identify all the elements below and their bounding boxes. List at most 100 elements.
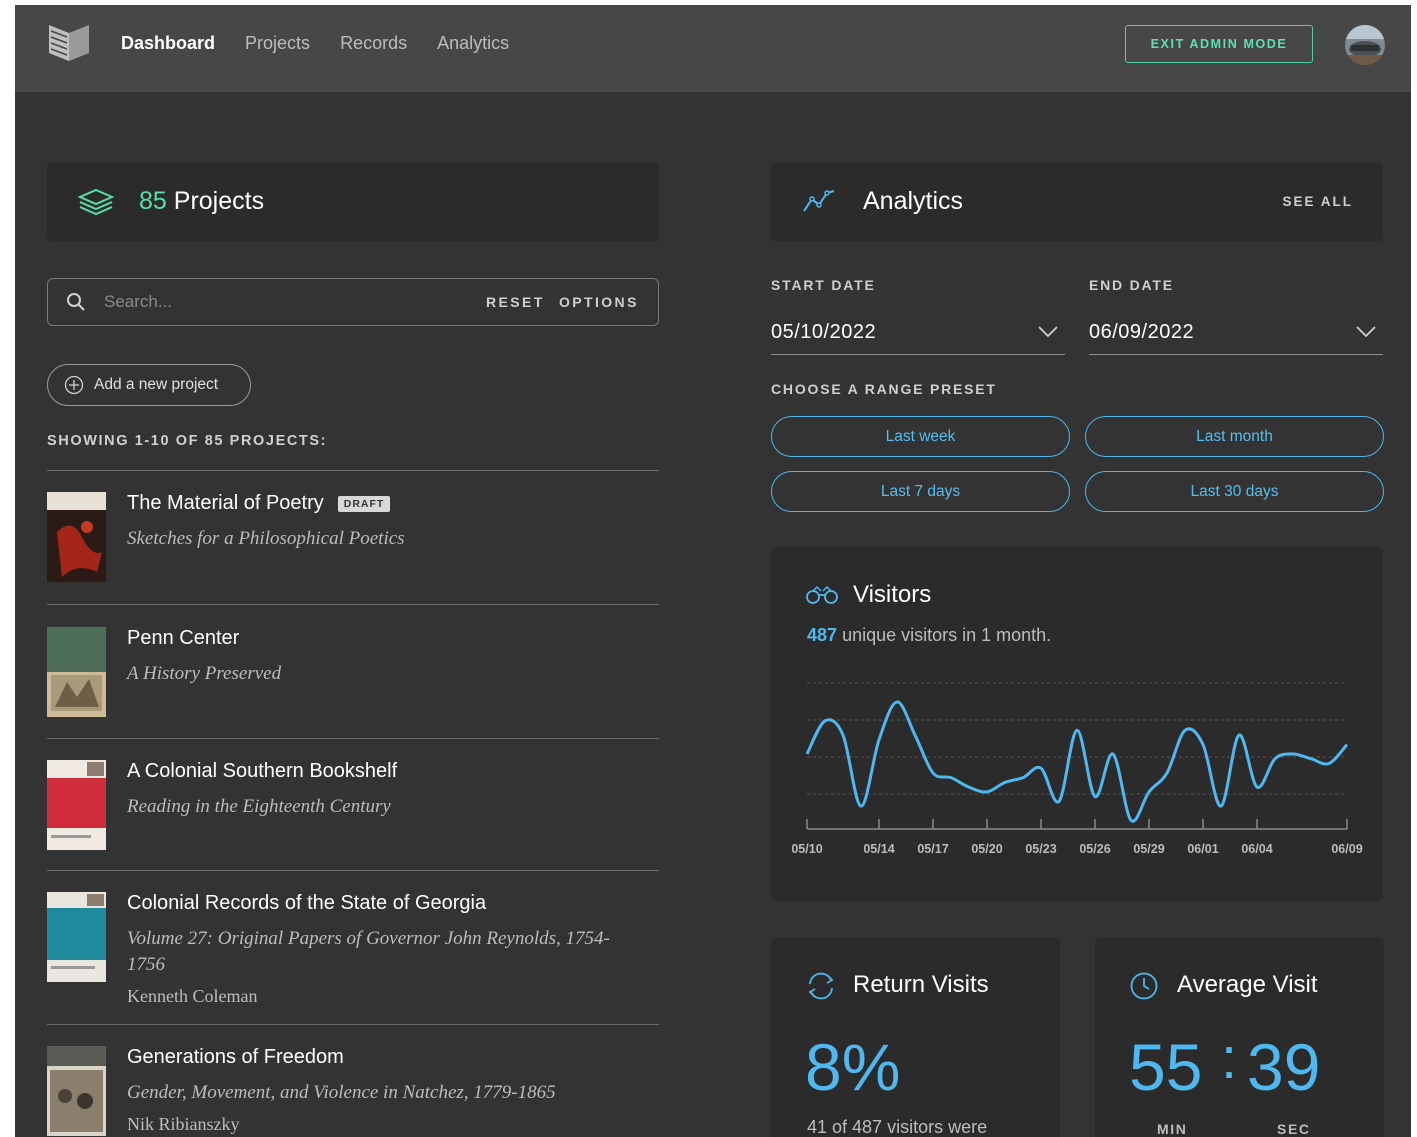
book-cover-image — [47, 760, 106, 850]
average-visit-minutes: 55 — [1129, 1030, 1203, 1104]
project-item[interactable]: Generations of Freedom Gender, Movement,… — [47, 1046, 659, 1137]
trend-line-icon — [803, 190, 835, 212]
average-visit-seconds: 39 — [1247, 1030, 1321, 1104]
add-project-label: Add a new project — [94, 376, 219, 393]
project-title-text: A Colonial Southern Bookshelf — [127, 760, 398, 782]
project-title-text: The Material of Poetry — [127, 492, 324, 514]
app-logo-icon[interactable] — [47, 23, 91, 63]
project-title: Generations of Freedom — [127, 1046, 344, 1069]
projects-title: 85 Projects — [139, 187, 264, 216]
layers-icon — [77, 188, 115, 216]
chevron-down-icon — [1038, 326, 1058, 338]
x-axis-tick-label: 05/29 — [1133, 842, 1164, 856]
project-subtitle: Gender, Movement, and Violence in Natche… — [127, 1082, 556, 1103]
project-title: The Material of Poetry DRAFT — [127, 492, 391, 515]
nav-dashboard[interactable]: Dashboard — [121, 33, 215, 54]
top-bar: Dashboard Projects Records Analytics EXI… — [15, 5, 1411, 92]
projects-count: 85 — [139, 187, 167, 215]
project-subtitle: A History Preserved — [127, 663, 282, 684]
projects-title-label: Projects — [173, 187, 265, 215]
project-title: Colonial Records of the State of Georgia — [127, 892, 486, 915]
project-title-text: Generations of Freedom — [127, 1046, 344, 1068]
clock-icon — [1130, 972, 1158, 1000]
user-avatar[interactable] — [1345, 25, 1385, 65]
return-visits-card: Return Visits 8% 41 of 487 visitors were — [771, 937, 1060, 1137]
nav-records[interactable]: Records — [340, 33, 407, 54]
start-date-picker[interactable]: 05/10/2022 — [771, 311, 1065, 355]
projects-header: 85 Projects — [47, 163, 659, 241]
book-cover-image — [47, 627, 106, 717]
refresh-icon — [808, 972, 834, 1000]
return-visits-title: Return Visits — [853, 971, 989, 998]
chevron-down-icon — [1356, 326, 1376, 338]
search-input[interactable] — [104, 289, 464, 315]
x-axis-tick-label: 05/20 — [971, 842, 1002, 856]
preset-last-30-days-button[interactable]: Last 30 days — [1085, 471, 1384, 512]
options-button[interactable]: OPTIONS — [559, 294, 639, 310]
project-subtitle: Sketches for a Philosophical Poetics — [127, 528, 405, 549]
app-root: Dashboard Projects Records Analytics EXI… — [15, 5, 1411, 1137]
analytics-title: Analytics — [863, 187, 964, 215]
add-project-button[interactable]: Add a new project — [47, 364, 251, 406]
x-axis-tick-label: 05/26 — [1079, 842, 1110, 856]
divider — [47, 604, 659, 605]
see-all-link[interactable]: SEE ALL — [1282, 194, 1353, 209]
book-cover-image — [47, 492, 106, 582]
nav-projects[interactable]: Projects — [245, 33, 310, 54]
project-item[interactable]: A Colonial Southern Bookshelf Reading in… — [47, 760, 659, 850]
project-subtitle: Volume 27: Original Papers of Governor J… — [127, 928, 610, 975]
showing-count: SHOWING 1-10 OF 85 PROJECTS: — [47, 433, 328, 449]
project-subtitle: Reading in the Eighteenth Century — [127, 796, 391, 817]
project-item[interactable]: The Material of Poetry DRAFT Sketches fo… — [47, 492, 659, 582]
x-axis-tick-label: 05/17 — [917, 842, 948, 856]
preset-last-week-button[interactable]: Last week — [771, 416, 1070, 457]
nav-analytics[interactable]: Analytics — [437, 33, 509, 54]
book-cover-image — [47, 892, 106, 982]
x-axis-tick-label: 05/23 — [1025, 842, 1056, 856]
seconds-label: SEC — [1277, 1121, 1311, 1137]
project-title-text: Colonial Records of the State of Georgia — [127, 892, 487, 914]
visitors-line-chart: 05/10 05/14 05/17 05/20 05/23 05/26 05/29 06/01… — [791, 682, 1363, 856]
divider — [47, 470, 659, 471]
project-item[interactable]: Penn Center A History Preserved — [47, 627, 659, 717]
divider — [47, 738, 659, 739]
minutes-label: MIN — [1157, 1121, 1188, 1137]
preset-last-month-button[interactable]: Last month — [1085, 416, 1384, 457]
project-author: Nik Ribianszky — [127, 1114, 240, 1134]
start-date-label: START DATE — [771, 277, 876, 293]
return-visits-value: 8% — [805, 1030, 901, 1104]
reset-button[interactable]: RESET — [486, 294, 545, 310]
plus-circle-icon — [64, 375, 84, 395]
project-title: A Colonial Southern Bookshelf — [127, 760, 397, 783]
range-preset-label: CHOOSE A RANGE PRESET — [771, 381, 997, 397]
average-visit-title: Average Visit — [1177, 971, 1318, 998]
exit-admin-button[interactable]: EXIT ADMIN MODE — [1125, 25, 1313, 63]
search-icon — [67, 293, 85, 311]
x-axis-tick-label: 06/04 — [1241, 842, 1272, 856]
x-axis-tick-label: 06/09 — [1331, 842, 1362, 856]
end-date-picker[interactable]: 06/09/2022 — [1089, 311, 1383, 355]
x-axis-tick-label: 05/10 — [791, 842, 822, 856]
main-nav: Dashboard Projects Records Analytics — [121, 33, 509, 54]
project-author: Kenneth Coleman — [127, 986, 258, 1006]
draft-badge: DRAFT — [337, 495, 391, 512]
project-title: Penn Center — [127, 627, 239, 650]
project-title-text: Penn Center — [127, 627, 240, 649]
preset-last-7-days-button[interactable]: Last 7 days — [771, 471, 1070, 512]
end-date-label: END DATE — [1089, 277, 1174, 293]
return-visits-text: 41 of 487 visitors were — [807, 1117, 988, 1137]
project-search-bar: RESET OPTIONS — [47, 278, 659, 326]
avatar-image-icon — [1345, 25, 1385, 65]
visitors-card: Visitors 487 unique visitors in 1 month.… — [771, 547, 1383, 901]
x-axis-tick-label: 05/14 — [863, 842, 894, 856]
start-date-value: 05/10/2022 — [771, 321, 877, 343]
average-visit-card: Average Visit 55 : 39 MIN SEC — [1095, 937, 1384, 1137]
divider — [47, 1024, 659, 1025]
x-axis-tick-label: 06/01 — [1187, 842, 1218, 856]
end-date-value: 06/09/2022 — [1089, 321, 1195, 343]
book-cover-image — [47, 1046, 106, 1136]
project-item[interactable]: Colonial Records of the State of Georgia… — [47, 892, 659, 1012]
analytics-header: Analytics SEE ALL — [771, 163, 1383, 241]
divider — [47, 870, 659, 871]
time-separator: : — [1221, 1026, 1238, 1091]
